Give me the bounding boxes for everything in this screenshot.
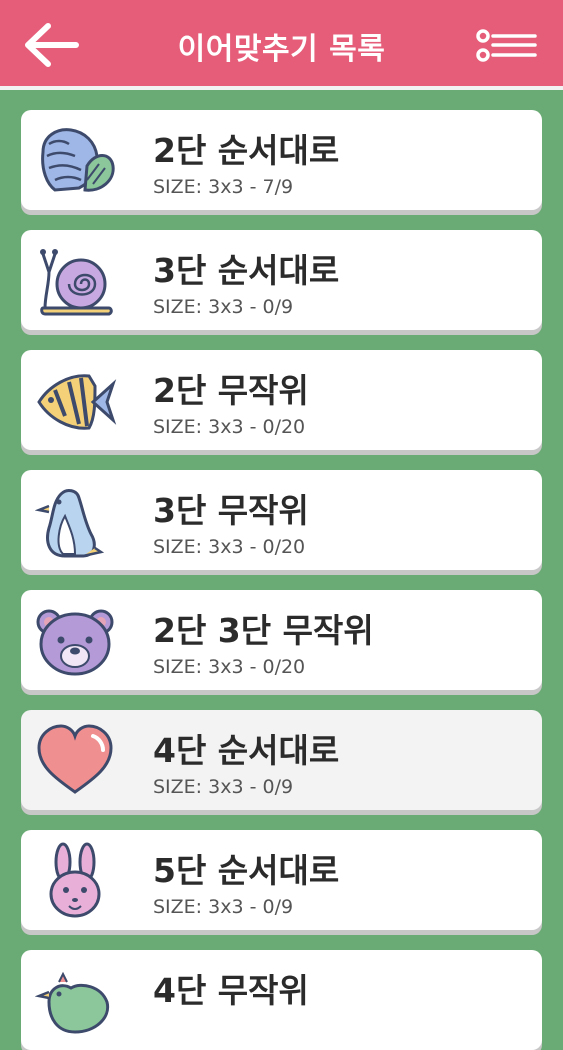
item-size: SIZE: 3x3 - 0/9 [153,776,294,798]
list-item[interactable]: 3단 무작위 SIZE: 3x3 - 0/20 [21,470,542,570]
item-size: SIZE: 3x3 - 0/20 [153,416,306,438]
bear-icon [35,602,117,678]
list-item[interactable]: 4단 무작위 [21,950,542,1050]
list-item[interactable]: 5단 순서대로 SIZE: 3x3 - 0/9 [21,830,542,930]
item-size: SIZE: 3x3 - 0/20 [153,536,306,558]
bird-icon [34,962,117,1038]
item-name: 2단 순서대로 [153,131,340,170]
list-menu-button[interactable] [475,28,537,64]
rabbit-icon [35,842,117,918]
list-item[interactable]: 2단 무작위 SIZE: 3x3 - 0/20 [21,350,542,450]
list-menu-icon [476,29,537,62]
item-name: 2단 3단 무작위 [153,611,374,650]
item-size: SIZE: 3x3 - 0/9 [153,896,294,918]
seashell-icon [35,122,117,198]
item-name: 3단 순서대로 [153,251,340,290]
item-name: 5단 순서대로 [153,851,340,890]
penguin-icon [34,482,117,558]
item-name: 2단 무작위 [153,371,309,410]
item-name: 4단 순서대로 [153,731,340,770]
item-name: 3단 무작위 [153,491,309,530]
snail-icon [35,242,117,318]
list-item[interactable]: 2단 3단 무작위 SIZE: 3x3 - 0/20 [21,590,542,690]
heart-icon [35,722,117,798]
item-size: SIZE: 3x3 - 0/20 [153,656,306,678]
app-header: 이어맞추기 목록 [0,0,563,90]
item-name: 4단 무작위 [153,971,309,1010]
item-size: SIZE: 3x3 - 0/9 [153,296,294,318]
list-item[interactable]: 4단 순서대로 SIZE: 3x3 - 0/9 [21,710,542,810]
list-item[interactable]: 3단 순서대로 SIZE: 3x3 - 0/9 [21,230,542,330]
item-size: SIZE: 3x3 - 7/9 [153,176,294,198]
list-item[interactable]: 2단 순서대로 SIZE: 3x3 - 7/9 [21,110,542,210]
fish-icon [35,362,117,438]
